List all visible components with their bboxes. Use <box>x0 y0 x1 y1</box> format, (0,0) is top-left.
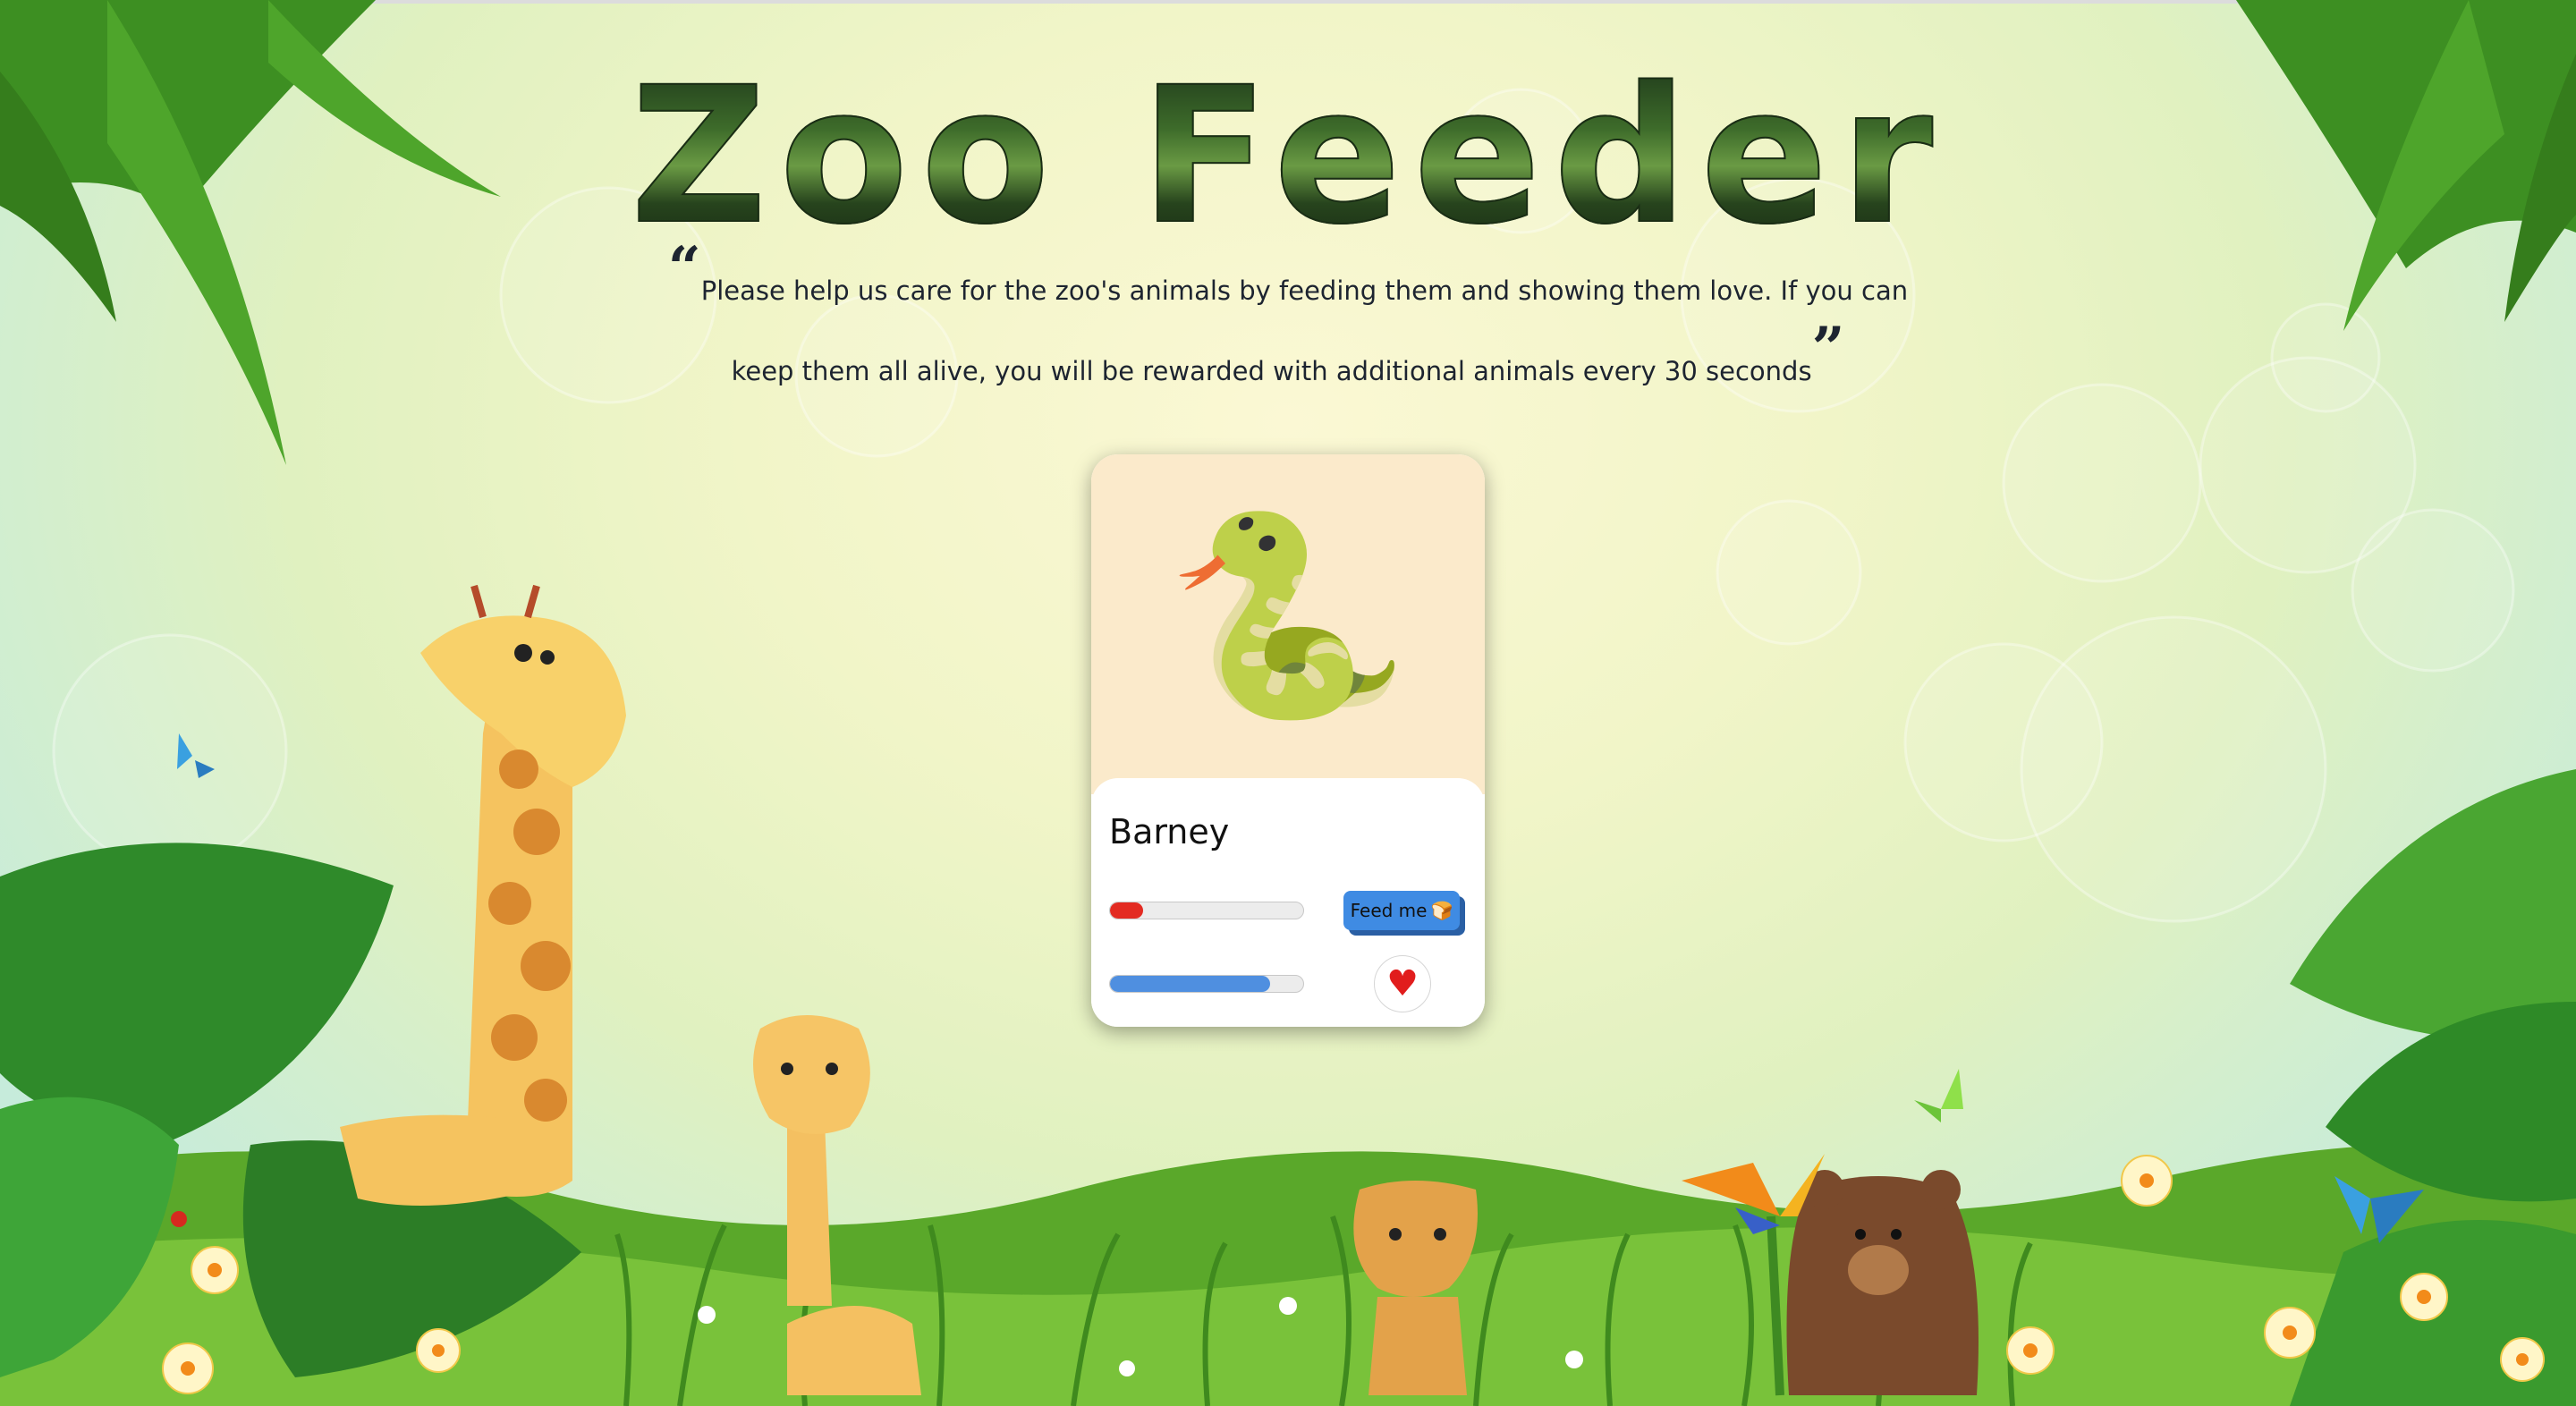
quote-close-icon: ” <box>1811 315 1845 382</box>
flowers <box>162 1155 2545 1394</box>
heart-icon: ♥ <box>1386 963 1419 1004</box>
love-bar-fill <box>1110 976 1271 992</box>
snake-icon: 🐍 <box>1165 501 1411 730</box>
feed-button[interactable]: Feed me 🍞 <box>1343 891 1460 930</box>
cheetah <box>1353 1181 1478 1395</box>
animal-card: 🐍 Barney Feed me 🍞 ♥ <box>1091 454 1485 1027</box>
hunger-bar-fill <box>1110 902 1143 919</box>
top-border <box>0 0 2576 4</box>
bird-of-paradise <box>1682 1154 1825 1396</box>
love-button[interactable]: ♥ <box>1374 955 1431 1012</box>
game-scene: Zoo Feeder “Please help us care for the … <box>0 0 2576 1406</box>
butterfly-right-blue <box>2334 1176 2424 1243</box>
giraffe-adult <box>340 584 626 1206</box>
bread-icon: 🍞 <box>1430 900 1453 921</box>
quote-open-icon: “ <box>667 234 701 301</box>
giraffe-baby <box>753 1015 921 1395</box>
love-bar <box>1109 975 1304 993</box>
animal-card-body: Barney Feed me 🍞 ♥ <box>1091 778 1485 1027</box>
animal-name: Barney <box>1109 812 1230 851</box>
butterfly-left <box>177 733 215 778</box>
animal-card-header: 🐍 <box>1091 454 1485 794</box>
ladybug <box>171 1211 187 1227</box>
bear <box>1786 1170 1979 1395</box>
game-description: “Please help us care for the zoo's anima… <box>662 240 1914 411</box>
butterfly-right-green <box>1914 1069 1963 1122</box>
hunger-bar <box>1109 902 1304 919</box>
feed-button-label: Feed me <box>1350 900 1428 921</box>
description-text: Please help us care for the zoo's animal… <box>700 275 1909 386</box>
game-title: Zoo Feeder <box>0 62 2576 251</box>
